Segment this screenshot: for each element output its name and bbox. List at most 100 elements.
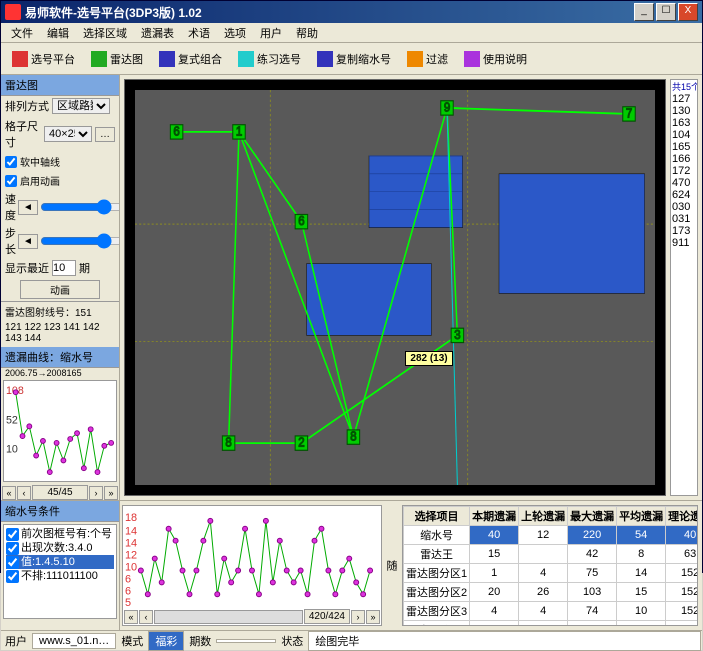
table-row: 雷达图分区2202610315152183230 [404,583,699,602]
bc-next2[interactable]: » [366,610,380,624]
svg-text:1: 1 [236,124,242,139]
svg-text:9: 9 [444,100,450,115]
tool-help[interactable]: 使用说明 [457,46,534,72]
svg-text:7: 7 [626,106,632,121]
svg-text:8: 8 [225,435,231,450]
status-bar: 用户 www.s_01.n… 模式 福彩 期数 状态 绘图完毕 [1,630,702,650]
arrange-select[interactable]: 区域路数 [52,98,110,114]
table-row: 雷达图分区114751415220355 [404,564,699,583]
arrange-label: 排列方式 [5,98,49,114]
left-header: 雷达图 [1,75,119,96]
mini-next[interactable]: › [89,486,103,500]
minimize-button[interactable]: _ [634,3,654,21]
mini-prev2[interactable]: « [2,486,16,500]
canvas-tooltip: 282 (13) [405,351,452,366]
svg-text:10: 10 [6,444,18,456]
bottom-chart[interactable]: 1814141210665 «‹420/424›» [122,505,382,626]
status-user: www.s_01.n… [32,633,116,649]
menu-file[interactable]: 文件 [5,23,39,43]
check-anim[interactable] [5,175,17,187]
tool-radar[interactable]: 雷达图 [84,46,150,72]
stats-table[interactable]: 选择项目本期遗漏上轮遗漏最大遗漏平均遗漏理论遗漏本期出现历期出现百期最大 缩水号… [402,505,698,626]
mini-pos: 45/45 [32,485,88,500]
copy-icon [317,51,333,67]
platform-icon [12,51,28,67]
radar-canvas[interactable]: 6 1 6 3 8 2 8 9 7 282 (13) [124,79,666,496]
radar-icon [91,51,107,67]
menu-user[interactable]: 用户 [254,23,288,43]
table-row: 缩水号401222054405440 [404,526,699,545]
app-icon [5,4,21,20]
filter-check-1[interactable] [6,542,19,555]
svg-text:6: 6 [173,124,179,139]
minichart-date: 2006.75→2008165 [1,368,119,378]
table-row: 雷达王15428634511315 [404,545,699,564]
status-state: 绘图完毕 [308,631,701,651]
table-row: 雷达图分区3447410152179320 [404,602,699,621]
svg-text:6: 6 [125,585,131,597]
bc-pos: 420/424 [304,609,350,624]
status-mode[interactable]: 福彩 [148,631,184,651]
filter-icon [407,51,423,67]
combo-icon [159,51,175,67]
tool-filter[interactable]: 过滤 [400,46,455,72]
svg-text:14: 14 [125,538,137,550]
step-slider[interactable] [40,234,120,248]
menu-help[interactable]: 帮助 [290,23,324,43]
left-panel: 雷达图 排列方式 区域路数 格子尺寸 40×25 … 软中轴线 启用动画 速度◄… [1,75,120,500]
menu-bar: 文件 编辑 选择区域 遗漏表 术语 选项 用户 帮助 [1,23,702,43]
tool-select-platform[interactable]: 选号平台 [5,46,82,72]
svg-text:14: 14 [125,526,137,538]
nums-line: 121 122 123 141 142 143 144 [1,321,119,345]
filter-check-0[interactable] [6,528,19,541]
menu-options[interactable]: 选项 [218,23,252,43]
tool-combo[interactable]: 复式组合 [152,46,229,72]
maximize-button[interactable]: ☐ [656,3,676,21]
mini-prev[interactable]: ‹ [17,486,31,500]
practice-icon [238,51,254,67]
gridsize-select[interactable]: 40×25 [44,126,92,142]
status-period [216,639,276,643]
menu-terms[interactable]: 术语 [182,23,216,43]
step-dec[interactable]: ◄ [18,234,38,249]
menu-edit[interactable]: 编辑 [41,23,75,43]
gridsize-label: 格子尺寸 [5,118,41,150]
mini-next2[interactable]: » [104,486,118,500]
title-bar: 易师软件-选号平台(3DP3版) 1.02 _ ☐ X [1,1,702,23]
bc-prev[interactable]: ‹ [139,610,153,624]
table-row: 雷达王分区425218514152108570 [404,621,699,627]
gridsize-more-button[interactable]: … [95,127,115,142]
svg-text:6: 6 [125,573,131,585]
animate-button[interactable]: 动画 [20,280,100,299]
filter-check-2[interactable] [6,556,19,569]
filter-check-3[interactable] [6,570,19,583]
minichart-header: 遗漏曲线：缩水号 [1,347,119,368]
svg-text:10: 10 [125,561,137,573]
bc-prev2[interactable]: « [124,610,138,624]
window-title: 易师软件-选号平台(3DP3版) 1.02 [25,4,634,21]
mini-chart[interactable]: 108 52 10 [3,380,117,482]
tool-practice[interactable]: 练习选号 [231,46,308,72]
speed-dec[interactable]: ◄ [18,200,38,215]
tool-copy-shrink[interactable]: 复制缩水号 [310,46,398,72]
svg-text:8: 8 [350,429,356,444]
table-side-label: 随 [384,501,398,630]
group-label: 雷达图射线号：151 [1,301,119,321]
filter-header: 缩水号条件 [1,501,119,522]
recent-input[interactable] [52,260,76,276]
right-number-list[interactable]: 共15个号 1271301631041651661724706240300311… [670,79,698,496]
speed-slider[interactable] [40,200,120,214]
help-icon [464,51,480,67]
svg-text:18: 18 [125,512,137,524]
svg-text:3: 3 [454,327,460,342]
close-button[interactable]: X [678,3,698,21]
svg-text:52: 52 [6,414,18,426]
menu-select-area[interactable]: 选择区域 [77,23,133,43]
bc-next[interactable]: › [351,610,365,624]
menu-miss-table[interactable]: 遗漏表 [135,23,180,43]
toolbar: 选号平台 雷达图 复式组合 练习选号 复制缩水号 过滤 使用说明 [1,43,702,75]
svg-text:6: 6 [298,214,304,229]
check-axis[interactable] [5,156,17,168]
svg-text:2: 2 [298,435,304,450]
filter-list[interactable]: 前次图框号有:个号 出现次数:3.4.0 值:1.4.5.10 不排:11101… [3,524,117,619]
